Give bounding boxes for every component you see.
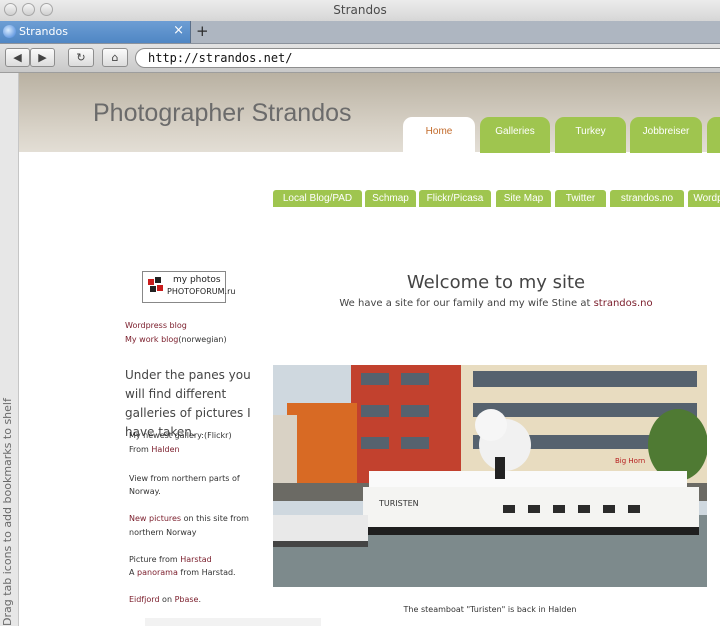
tab-bar: Strandos × + <box>0 21 720 44</box>
photoforum-badge[interactable]: my photos PHOTOFORUM.ru <box>142 271 235 303</box>
site-title: Photographer Strandos <box>93 99 352 127</box>
work-blog-suffix: (norwegian) <box>178 335 227 344</box>
nav-tab-home[interactable]: Home <box>403 117 475 153</box>
address-bar[interactable]: http://strandos.net/ <box>135 48 720 68</box>
subnav-strandos-no[interactable]: strandos.no <box>610 190 684 207</box>
eidfjord-end: . <box>198 595 202 604</box>
welcome-heading: Welcome to my site <box>406 272 586 293</box>
home-icon: ⌂ <box>111 51 119 64</box>
new-pictures-line: New pictures on this site from <box>129 514 249 523</box>
eidfjord-link[interactable]: Eidfjord <box>129 595 160 604</box>
photoforum-logo-icon <box>148 277 163 292</box>
reload-icon: ↻ <box>76 51 86 64</box>
browser-toolbar: ◀ ▶ ↻ ⌂ http://strandos.net/ <box>0 44 720 73</box>
nav-tab-more[interactable] <box>707 117 720 153</box>
window-titlebar: Strandos <box>0 0 720 22</box>
new-pictures-link[interactable]: New pictures <box>129 514 181 523</box>
harstad-link[interactable]: Harstad <box>180 555 212 564</box>
new-tab-icon[interactable]: + <box>196 22 209 40</box>
from-text: From <box>129 445 152 454</box>
nav-tab-jobbreiser[interactable]: Jobbreiser <box>630 117 702 153</box>
sign-text: Big Horn <box>615 457 645 465</box>
back-button[interactable]: ◀ <box>5 48 30 67</box>
eidfjord-mid: on <box>159 595 175 604</box>
wordpress-label: Wordpress blog <box>125 321 187 330</box>
panorama-link[interactable]: panorama <box>137 568 178 577</box>
window-title: Strandos <box>333 3 387 17</box>
subnav-flickr-picasa[interactable]: Flickr/Picasa <box>419 190 491 207</box>
forward-button[interactable]: ▶ <box>30 48 55 67</box>
welcome-sub-prefix: We have a site for our family and my wif… <box>339 298 594 309</box>
back-arrow-icon: ◀ <box>13 51 22 64</box>
new-pictures-suffix: on this site from <box>181 514 249 523</box>
subnav-local-blog[interactable]: Local Blog/PAD <box>273 190 362 207</box>
badge-line1: my photos <box>173 275 221 285</box>
forward-arrow-icon: ▶ <box>38 51 47 64</box>
nav-tab-galleries[interactable]: Galleries <box>480 117 550 153</box>
reload-button[interactable]: ↻ <box>68 48 94 67</box>
strandos-no-link[interactable]: strandos.no <box>594 298 653 309</box>
tab-close-icon[interactable]: × <box>173 23 184 38</box>
tab-label: Strandos <box>19 25 68 38</box>
subnav-site-map[interactable]: Site Map <box>496 190 551 207</box>
eidfjord-line: Eidfjord on Pbase. <box>129 595 201 604</box>
halden-link[interactable]: Halden <box>151 445 179 454</box>
newest-gallery-label: My newest gallery:(Flickr) <box>129 431 232 440</box>
nav-tab-turkey[interactable]: Turkey <box>555 117 626 153</box>
boat-name-text: TURISTEN <box>378 499 419 508</box>
tab-strandos[interactable]: Strandos × <box>0 21 191 43</box>
northern-norway-text: northern Norway <box>129 528 197 537</box>
url-text: http://strandos.net/ <box>148 51 293 65</box>
photo-caption: The steamboat "Turisten" is back in Hald… <box>403 605 577 614</box>
harstad-line: Picture from Harstad <box>129 555 212 564</box>
pbase-link[interactable]: Pbase <box>175 595 199 604</box>
subnav-wordpress[interactable]: Wordp <box>688 190 720 207</box>
harstad-pre: Picture from <box>129 555 181 564</box>
work-blog-line: My work blog(norwegian) <box>125 335 227 344</box>
home-button[interactable]: ⌂ <box>102 48 128 67</box>
view-north-link[interactable]: View from northern parts of Norway. <box>129 472 269 498</box>
badge-line2: PHOTOFORUM.ru <box>167 287 236 296</box>
halden-line: From Halden <box>129 445 180 454</box>
subnav-twitter[interactable]: Twitter <box>555 190 606 207</box>
subnav-schmap[interactable]: Schmap <box>365 190 416 207</box>
panorama-pre: A <box>129 568 138 577</box>
welcome-subtext: We have a site for our family and my wif… <box>271 298 720 309</box>
steamboat-photo[interactable]: TURISTEN Big Horn <box>273 365 707 587</box>
web-page: Photographer Strandos Home Galleries Tur… <box>19 73 720 626</box>
panorama-suffix: from Harstad. <box>177 568 236 577</box>
bottom-thumbnail[interactable] <box>145 618 321 626</box>
globe-favicon-icon <box>3 25 16 38</box>
panorama-line: A panorama from Harstad. <box>129 568 236 577</box>
shelf-hint-text: Drag tab icons to add bookmarks to shelf <box>1 398 14 626</box>
work-blog-link[interactable]: My work blog <box>125 335 178 344</box>
